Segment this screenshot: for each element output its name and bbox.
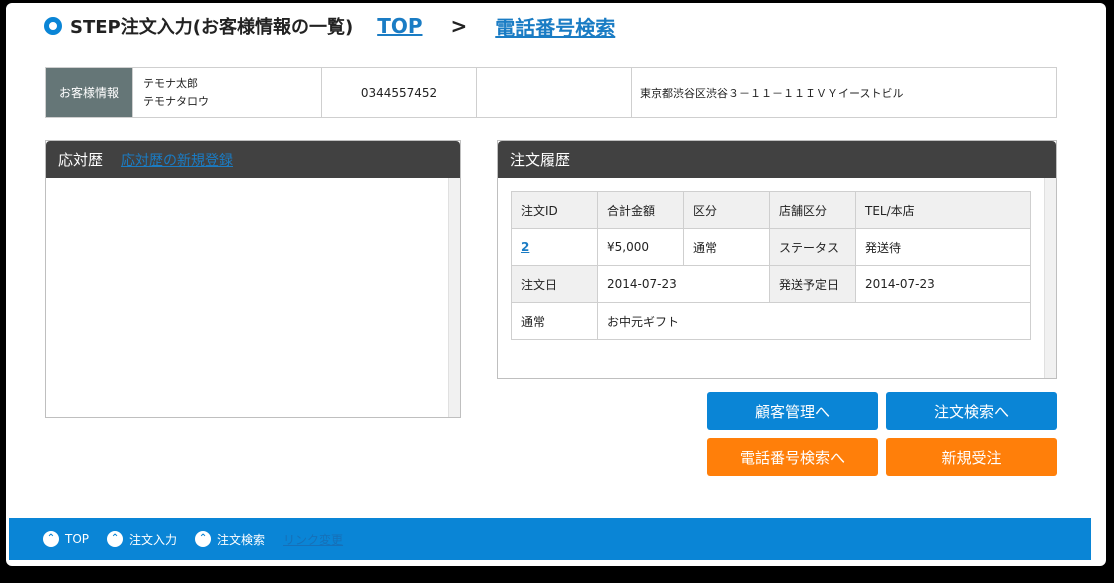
chevron-up-icon: ⌃ (107, 531, 124, 547)
customer-info-label: お客様情報 (46, 68, 132, 117)
customer-phone: 0344557452 (321, 68, 476, 117)
footer-item-order-search[interactable]: ⌃ 注文検索 (195, 531, 265, 548)
table-row: 注文日 2014-07-23 発送予定日 2014-07-23 (511, 265, 1031, 303)
table-cell: 発送待 (855, 228, 1031, 266)
page-header: STEP注文入力(お客様情報の一覧) TOP > 電話番号検索 (44, 11, 615, 41)
table-cell: 2014-07-23 (855, 265, 1031, 303)
footer-item-top[interactable]: ⌃ TOP (43, 531, 89, 547)
order-search-button[interactable]: 注文検索へ (886, 392, 1057, 430)
customer-address: 東京都渋谷区渋谷３－１１－１１ＩＶＹイーストビル (631, 68, 1056, 117)
customer-info-table: お客様情報 テモナ太郎 テモナタロウ 0344557452 東京都渋谷区渋谷３－… (45, 67, 1057, 118)
chevron-up-icon: ⌃ (43, 531, 59, 547)
table-cell: 合計金額 (597, 191, 684, 229)
breadcrumb-top-link[interactable]: TOP (377, 14, 422, 38)
order-table: 注文ID 合計金額 区分 店舗区分 TEL/本店 2 ¥5,000 通常 ステー… (511, 191, 1031, 340)
table-row: 2 ¥5,000 通常 ステータス 発送待 (511, 228, 1031, 266)
order-history-panel: 注文履歴 注文ID 合計金額 区分 店舗区分 TEL/本店 2 ¥5,000 通… (497, 140, 1057, 379)
table-cell: ステータス (769, 228, 856, 266)
response-history-panel: 応対歴 応対歴の新規登録 (45, 140, 461, 418)
footer-item-order-input[interactable]: ⌃ 注文入力 (107, 531, 177, 548)
table-cell: 店舗区分 (769, 191, 856, 229)
footer-bar: ⌃ TOP ⌃ 注文入力 ⌃ 注文検索 リンク変更 (9, 518, 1091, 560)
order-id-cell: 2 (511, 228, 598, 266)
footer-link-change[interactable]: リンク変更 (283, 531, 343, 548)
customer-empty-cell (476, 68, 631, 117)
table-cell: 2014-07-23 (597, 265, 770, 303)
table-row: 通常 お中元ギフト (511, 302, 1031, 340)
table-cell: 通常 (683, 228, 770, 266)
new-order-button[interactable]: 新規受注 (886, 438, 1057, 476)
response-scrollbar[interactable] (448, 178, 460, 417)
table-cell: TEL/本店 (855, 191, 1031, 229)
table-cell: 注文日 (511, 265, 598, 303)
customer-name-cell: テモナ太郎 テモナタロウ (132, 68, 321, 117)
footer-item-label: TOP (65, 532, 90, 546)
table-cell: 注文ID (511, 191, 598, 229)
table-cell: お中元ギフト (597, 302, 1031, 340)
table-cell: 発送予定日 (769, 265, 856, 303)
table-cell: 区分 (683, 191, 770, 229)
table-cell: ¥5,000 (597, 228, 684, 266)
order-scrollbar[interactable] (1044, 178, 1056, 378)
customer-name-kana: テモナタロウ (143, 94, 209, 108)
footer-item-label: 注文入力 (129, 532, 178, 547)
customer-name: テモナ太郎 (143, 76, 198, 90)
customer-management-button[interactable]: 顧客管理へ (707, 392, 878, 430)
response-history-title: 応対歴 (58, 151, 104, 169)
breadcrumb-separator: > (450, 14, 468, 38)
phone-search-button[interactable]: 電話番号検索へ (707, 438, 878, 476)
table-cell: 通常 (511, 302, 598, 340)
page-title: STEP注文入力(お客様情報の一覧) (70, 17, 354, 38)
footer-item-label: 注文検索 (217, 532, 266, 547)
new-response-link[interactable]: 応対歴の新規登録 (121, 150, 233, 170)
breadcrumb-current-link[interactable]: 電話番号検索 (495, 12, 615, 41)
table-row: 注文ID 合計金額 区分 店舗区分 TEL/本店 (511, 191, 1031, 229)
order-id-link[interactable]: 2 (521, 240, 529, 254)
order-history-title: 注文履歴 (510, 151, 571, 169)
app-window: STEP注文入力(お客様情報の一覧) TOP > 電話番号検索 お客様情報 テモ… (6, 3, 1106, 566)
chevron-up-icon: ⌃ (195, 531, 212, 547)
ring-icon (44, 17, 62, 35)
order-history-header: 注文履歴 (498, 141, 1056, 178)
response-history-header: 応対歴 応対歴の新規登録 (46, 141, 460, 178)
